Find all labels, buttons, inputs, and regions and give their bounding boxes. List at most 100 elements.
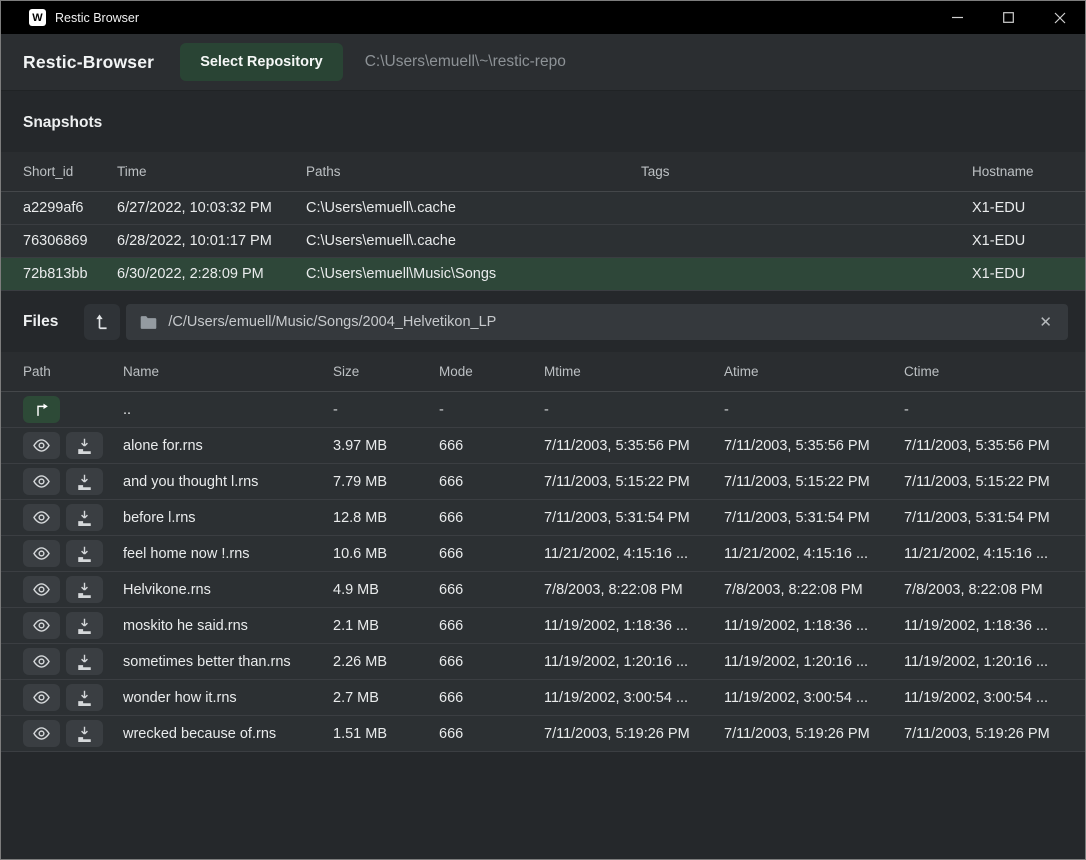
preview-file-button[interactable]: [23, 720, 60, 747]
file-size: 2.26 MB: [333, 654, 439, 670]
path-breadcrumb[interactable]: /C/Users/emuell/Music/Songs/2004_Helveti…: [126, 304, 1068, 340]
file-row-actions: [23, 468, 123, 495]
file-mode: 666: [439, 474, 544, 490]
column-name: Name: [123, 364, 333, 379]
file-size: 2.7 MB: [333, 690, 439, 706]
file-mtime: 11/21/2002, 4:15:16 ...: [544, 546, 724, 562]
file-mode: -: [439, 402, 544, 418]
preview-file-button[interactable]: [23, 684, 60, 711]
file-atime: 7/11/2003, 5:15:22 PM: [724, 474, 904, 490]
file-size: -: [333, 402, 439, 418]
file-atime: 7/11/2003, 5:19:26 PM: [724, 726, 904, 742]
file-ctime: 7/11/2003, 5:15:22 PM: [904, 474, 1085, 490]
download-file-button[interactable]: [66, 612, 103, 639]
preview-file-button[interactable]: [23, 612, 60, 639]
repository-path: C:\Users\emuell\~\restic-repo: [365, 53, 566, 71]
file-row-actions: [23, 504, 123, 531]
column-short-id: Short_id: [23, 164, 117, 179]
file-mtime: 7/11/2003, 5:15:22 PM: [544, 474, 724, 490]
file-name: feel home now !.rns: [123, 546, 333, 562]
file-row[interactable]: before l.rns 12.8 MB 666 7/11/2003, 5:31…: [1, 500, 1085, 536]
download-file-button[interactable]: [66, 648, 103, 675]
file-row[interactable]: sometimes better than.rns 2.26 MB 666 11…: [1, 644, 1085, 680]
current-path: /C/Users/emuell/Music/Songs/2004_Helveti…: [168, 314, 1037, 330]
snapshot-row[interactable]: 76306869 6/28/2022, 10:01:17 PM C:\Users…: [1, 225, 1085, 258]
download-icon: [76, 438, 93, 454]
preview-file-button[interactable]: [23, 432, 60, 459]
file-row[interactable]: moskito he said.rns 2.1 MB 666 11/19/200…: [1, 608, 1085, 644]
column-tags: Tags: [641, 164, 972, 179]
file-mtime: 11/19/2002, 1:18:36 ...: [544, 618, 724, 634]
download-file-button[interactable]: [66, 504, 103, 531]
file-atime: 7/8/2003, 8:22:08 PM: [724, 582, 904, 598]
snapshot-time: 6/28/2022, 10:01:17 PM: [117, 233, 306, 249]
download-icon: [76, 618, 93, 634]
file-ctime: 11/19/2002, 1:20:16 ...: [904, 654, 1085, 670]
file-mode: 666: [439, 726, 544, 742]
column-path: Path: [23, 364, 123, 379]
snapshot-hostname: X1-EDU: [972, 233, 1085, 249]
download-file-button[interactable]: [66, 540, 103, 567]
column-hostname: Hostname: [972, 164, 1085, 179]
file-atime: 7/11/2003, 5:31:54 PM: [724, 510, 904, 526]
maximize-button[interactable]: [983, 1, 1034, 34]
parent-dir-button[interactable]: [23, 396, 60, 423]
file-ctime: 7/11/2003, 5:19:26 PM: [904, 726, 1085, 742]
snapshot-paths: C:\Users\emuell\.cache: [306, 233, 641, 249]
file-row-actions: [23, 576, 123, 603]
file-row[interactable]: wonder how it.rns 2.7 MB 666 11/19/2002,…: [1, 680, 1085, 716]
file-row[interactable]: Helvikone.rns 4.9 MB 666 7/8/2003, 8:22:…: [1, 572, 1085, 608]
select-repository-button[interactable]: Select Repository: [180, 43, 343, 81]
preview-file-button[interactable]: [23, 576, 60, 603]
file-row-actions: [23, 720, 123, 747]
file-row[interactable]: wrecked because of.rns 1.51 MB 666 7/11/…: [1, 716, 1085, 752]
maximize-icon: [1003, 12, 1014, 23]
file-row[interactable]: and you thought l.rns 7.79 MB 666 7/11/2…: [1, 464, 1085, 500]
snapshot-paths: C:\Users\emuell\Music\Songs: [306, 266, 641, 282]
eye-icon: [32, 690, 51, 705]
app-window: W Restic Browser Restic-Browser Select R…: [0, 0, 1086, 860]
file-mtime: 7/11/2003, 5:19:26 PM: [544, 726, 724, 742]
parent-row-actions: [23, 396, 123, 423]
go-to-root-button[interactable]: [84, 304, 120, 340]
file-mtime: 11/19/2002, 1:20:16 ...: [544, 654, 724, 670]
file-mode: 666: [439, 546, 544, 562]
download-file-button[interactable]: [66, 684, 103, 711]
preview-file-button[interactable]: [23, 504, 60, 531]
preview-file-button[interactable]: [23, 648, 60, 675]
snapshot-short-id: a2299af6: [23, 200, 117, 216]
file-name: wrecked because of.rns: [123, 726, 333, 742]
file-atime: 11/21/2002, 4:15:16 ...: [724, 546, 904, 562]
file-row[interactable]: feel home now !.rns 10.6 MB 666 11/21/20…: [1, 536, 1085, 572]
minimize-button[interactable]: [932, 1, 983, 34]
eye-icon: [32, 438, 51, 453]
file-ctime: 7/11/2003, 5:31:54 PM: [904, 510, 1085, 526]
eye-icon: [32, 546, 51, 561]
snapshot-paths: C:\Users\emuell\.cache: [306, 200, 641, 216]
files-title: Files: [23, 313, 58, 331]
snapshot-row[interactable]: a2299af6 6/27/2022, 10:03:32 PM C:\Users…: [1, 192, 1085, 225]
minimize-icon: [952, 12, 963, 23]
file-atime: 11/19/2002, 3:00:54 ...: [724, 690, 904, 706]
download-file-button[interactable]: [66, 576, 103, 603]
preview-file-button[interactable]: [23, 540, 60, 567]
close-button[interactable]: [1034, 1, 1085, 34]
snapshot-hostname: X1-EDU: [972, 200, 1085, 216]
column-atime: Atime: [724, 364, 904, 379]
file-mtime: 7/11/2003, 5:35:56 PM: [544, 438, 724, 454]
file-name: moskito he said.rns: [123, 618, 333, 634]
file-name: and you thought l.rns: [123, 474, 333, 490]
download-file-button[interactable]: [66, 720, 103, 747]
eye-icon: [32, 726, 51, 741]
download-icon: [76, 690, 93, 706]
download-file-button[interactable]: [66, 468, 103, 495]
file-mtime: -: [544, 402, 724, 418]
download-file-button[interactable]: [66, 432, 103, 459]
snapshot-row[interactable]: 72b813bb 6/30/2022, 2:28:09 PM C:\Users\…: [1, 258, 1085, 291]
clear-path-button[interactable]: ✕: [1037, 313, 1054, 332]
window-controls: [932, 1, 1085, 34]
parent-directory-row[interactable]: .. - - - - -: [1, 392, 1085, 428]
file-row[interactable]: alone for.rns 3.97 MB 666 7/11/2003, 5:3…: [1, 428, 1085, 464]
preview-file-button[interactable]: [23, 468, 60, 495]
window-title: Restic Browser: [55, 11, 139, 25]
